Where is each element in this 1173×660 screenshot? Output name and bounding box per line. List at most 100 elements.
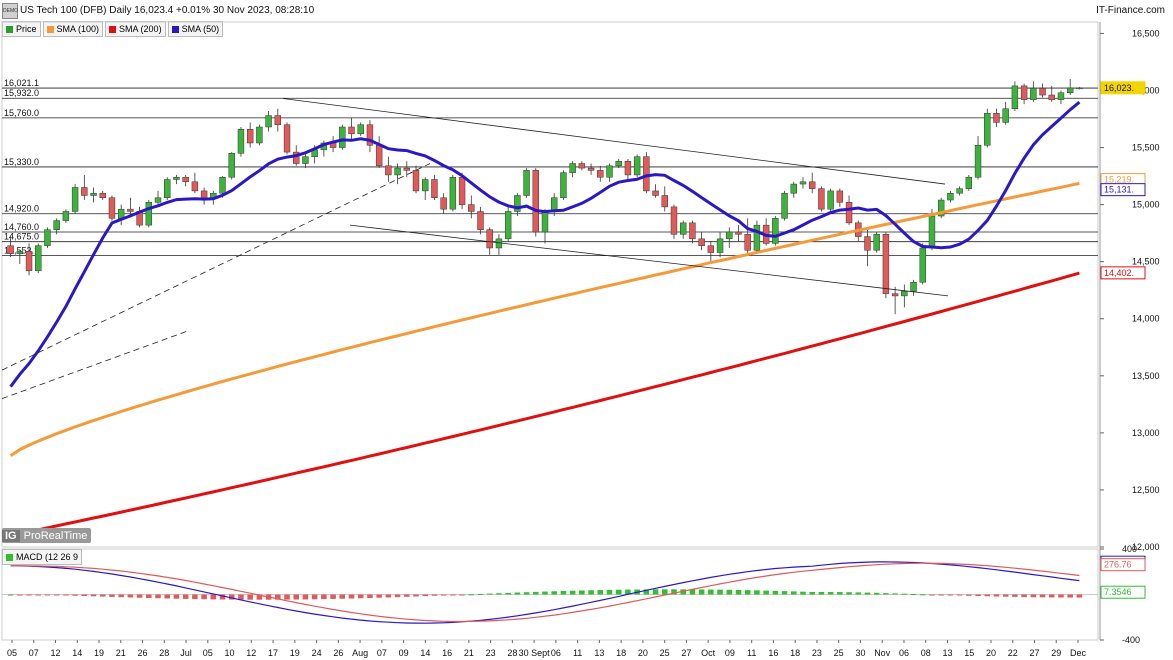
- macd-histogram-bar: [984, 594, 991, 597]
- x-tick-label: 26: [138, 648, 148, 658]
- last-value-label: 15,219.: [1104, 175, 1134, 185]
- candle-body: [394, 167, 401, 176]
- candle-body: [348, 126, 355, 135]
- macd-histogram-bar: [459, 594, 465, 596]
- candle-body: [412, 170, 420, 192]
- candle-body: [569, 163, 576, 173]
- sma50-line: [9, 101, 1081, 388]
- macd-histogram-bar: [321, 594, 327, 600]
- macd-histogram-bar: [717, 589, 723, 595]
- x-tick-label: 14: [420, 648, 430, 658]
- price-chart[interactable]: 12,00012,50013,00013,50014,00014,50015,0…: [0, 0, 1173, 660]
- macd-histogram-bar: [726, 589, 733, 595]
- y-tick-label: 13,500: [1132, 371, 1160, 381]
- candle-body: [790, 183, 797, 194]
- macd-histogram-bar: [966, 594, 972, 596]
- macd-histogram-bar: [910, 594, 917, 596]
- macd-histogram-bar: [938, 594, 944, 596]
- candle-body: [670, 206, 678, 235]
- macd-histogram-bar: [404, 594, 410, 597]
- x-tick-label: 23: [486, 648, 496, 658]
- macd-histogram-bar: [72, 594, 78, 596]
- candle-body: [984, 113, 991, 146]
- candle-body: [606, 165, 613, 178]
- macd-histogram-bar: [35, 594, 42, 596]
- horizontal-level-label: 16,021.1: [4, 78, 39, 88]
- candle-body: [200, 190, 208, 199]
- macd-histogram-bar: [901, 593, 908, 595]
- macd-legend[interactable]: MACD (12 26 9: [2, 549, 83, 565]
- candle-body: [164, 179, 171, 199]
- candle-body: [956, 188, 963, 194]
- candle-body: [781, 192, 788, 219]
- macd-histogram-bar: [90, 594, 97, 597]
- candle-body: [818, 188, 825, 210]
- macd-histogram-bar: [652, 589, 659, 595]
- macd-histogram-bar: [53, 594, 60, 596]
- macd-histogram-bar: [892, 593, 898, 595]
- candle-body: [744, 234, 751, 251]
- candle-body: [1048, 94, 1055, 100]
- x-tick-label: 21: [116, 648, 126, 658]
- candle-body: [7, 245, 14, 254]
- macd-histogram-bar: [1048, 594, 1055, 598]
- x-tick-label: 28: [507, 648, 517, 658]
- x-tick-label: 14: [72, 648, 82, 658]
- candle-body: [882, 234, 890, 294]
- macd-histogram-bar: [864, 592, 871, 595]
- candle-body: [256, 126, 263, 144]
- candle-body: [965, 176, 973, 189]
- x-tick-label: 09: [725, 648, 735, 658]
- candle-body: [633, 156, 641, 176]
- macd-histogram-bar: [81, 594, 88, 596]
- candle-body: [219, 176, 226, 194]
- candle-body: [246, 129, 254, 144]
- x-tick-label: 25: [834, 648, 844, 658]
- macd-histogram-bar: [109, 594, 115, 597]
- candle-body: [182, 176, 189, 183]
- x-tick-label: 07: [29, 648, 39, 658]
- candle-body: [726, 231, 733, 240]
- macd-swatch: [6, 553, 13, 561]
- x-tick-label: 10: [225, 648, 235, 658]
- horizontal-level-label: 14,920.0: [4, 204, 39, 214]
- candle-body: [403, 167, 410, 171]
- macd-histogram-bar: [127, 594, 134, 598]
- macd-histogram-bar: [146, 594, 152, 598]
- macd-histogram-bar: [302, 594, 309, 600]
- candle-body: [910, 281, 917, 292]
- candle-body: [864, 236, 871, 251]
- candle-body: [53, 220, 60, 230]
- macd-histogram-bar: [597, 590, 604, 595]
- macd-histogram-bar: [975, 594, 981, 597]
- macd-histogram-bar: [1030, 594, 1037, 598]
- candle-body: [661, 195, 668, 208]
- x-tick-label: 12: [246, 648, 256, 658]
- candle-body: [127, 208, 134, 212]
- candle-body: [339, 126, 346, 148]
- macd-histogram-bar: [26, 594, 32, 596]
- candle-body: [532, 170, 539, 233]
- macd-histogram-bar: [413, 594, 419, 597]
- chart-stage: DEMO US Tech 100 (DFB) Daily 16,023.4 +0…: [0, 0, 1173, 660]
- x-tick-label: 19: [290, 648, 300, 658]
- x-tick-label: 28: [159, 648, 169, 658]
- x-tick-label: 26: [333, 648, 343, 658]
- macd-histogram-bar: [883, 593, 889, 595]
- macd-histogram-bar: [551, 591, 557, 595]
- candle-body: [753, 224, 761, 251]
- macd-histogram-bar: [136, 594, 143, 598]
- candle-body: [265, 115, 272, 128]
- macd-histogram-bar: [210, 594, 217, 600]
- x-tick-label: 13: [594, 648, 604, 658]
- candle-body: [154, 197, 162, 203]
- x-tick-label: Nov: [874, 648, 891, 658]
- macd-last-value-label: 276.76: [1104, 560, 1132, 570]
- ig-logo-icon: IG: [2, 529, 20, 542]
- macd-histogram-bar: [855, 592, 862, 595]
- price-panel-frame: [1, 21, 1099, 548]
- candle-body: [1030, 87, 1037, 100]
- candle-body: [25, 251, 33, 272]
- candle-body: [597, 170, 604, 178]
- macd-histogram-bar: [606, 589, 613, 595]
